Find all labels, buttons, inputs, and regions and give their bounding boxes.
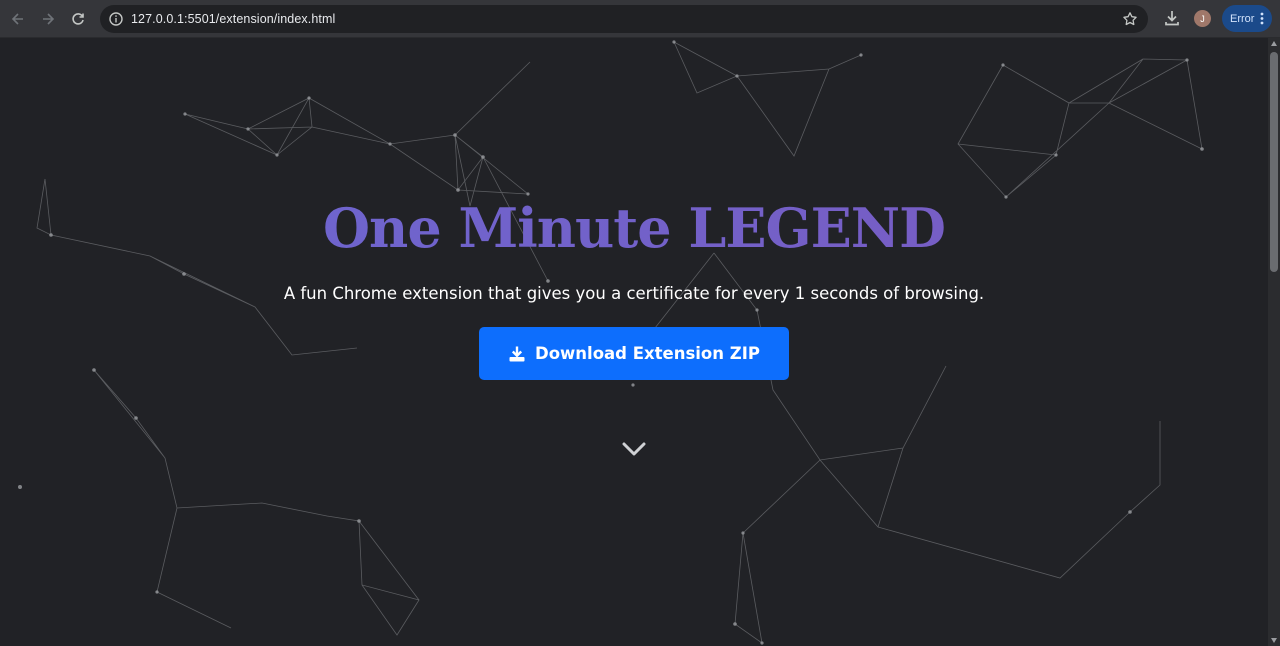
page-viewport: One Minute LEGEND A fun Chrome extension… xyxy=(0,38,1268,646)
download-icon[interactable] xyxy=(1163,9,1181,27)
download-icon xyxy=(509,346,525,361)
arrow-left-icon xyxy=(11,13,23,25)
url-text[interactable]: 127.0.0.1:5501/extension/index.html xyxy=(131,12,335,26)
download-extension-button[interactable]: Download Extension ZIP xyxy=(479,327,789,380)
back-button[interactable] xyxy=(3,4,33,34)
chevron-down-icon[interactable] xyxy=(621,440,647,458)
download-button-label: Download Extension ZIP xyxy=(535,344,760,363)
address-bar[interactable]: 127.0.0.1:5501/extension/index.html xyxy=(100,5,1148,33)
browser-toolbar: 127.0.0.1:5501/extension/index.html J Er… xyxy=(0,0,1280,38)
arrow-right-icon xyxy=(43,13,55,25)
scrollbar-thumb[interactable] xyxy=(1270,52,1278,272)
reload-icon xyxy=(72,13,84,25)
page-scrollbar[interactable] xyxy=(1268,38,1280,646)
page-title: One Minute LEGEND xyxy=(0,196,1268,260)
kebab-menu-icon xyxy=(1260,12,1264,25)
error-label: Error xyxy=(1230,12,1255,25)
reload-button[interactable] xyxy=(63,4,93,34)
page-subtitle: A fun Chrome extension that gives you a … xyxy=(283,284,985,303)
scroll-down-arrow[interactable] xyxy=(1271,638,1277,643)
info-icon[interactable] xyxy=(108,11,124,27)
star-icon[interactable] xyxy=(1122,11,1138,27)
scroll-up-arrow[interactable] xyxy=(1271,41,1277,46)
forward-button[interactable] xyxy=(33,4,63,34)
profile-error-button[interactable]: Error xyxy=(1222,5,1272,32)
profile-avatar[interactable]: J xyxy=(1194,10,1211,27)
